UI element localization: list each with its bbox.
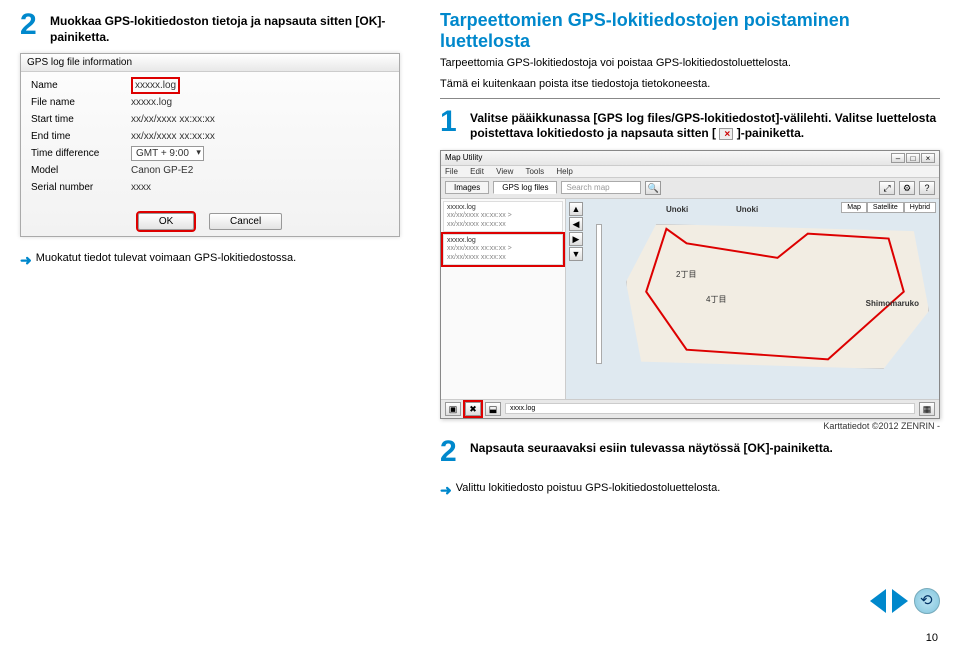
map-utility-window: Map Utility –□× File Edit View Tools Hel… bbox=[440, 150, 940, 419]
time-diff-dropdown[interactable]: GMT + 9:00 bbox=[131, 146, 204, 161]
map-block-4: 4丁目 bbox=[706, 294, 726, 305]
step-1-number: 1 bbox=[440, 107, 464, 137]
menu-tools[interactable]: Tools bbox=[525, 167, 544, 176]
left-result-text: Muokatut tiedot tulevat voimaan GPS-loki… bbox=[36, 251, 296, 265]
log-list-sidebar: xxxxx.log xx/xx/xxxx xx:xx:xx > xx/xx/xx… bbox=[441, 199, 566, 399]
cancel-button[interactable]: Cancel bbox=[209, 213, 282, 230]
map-area[interactable]: ▲ ◀ ▶ ▼ Map Satellite Hybrid bbox=[566, 199, 939, 399]
log-item-selected[interactable]: xxxxx.log xx/xx/xxxx xx:xx:xx > xx/xx/xx… bbox=[443, 234, 563, 265]
step-2b-number: 2 bbox=[440, 437, 464, 467]
mu-title: Map Utility bbox=[445, 153, 482, 162]
status-btn-3[interactable]: ⬓ bbox=[485, 402, 501, 416]
start-time-label: Start time bbox=[31, 114, 131, 125]
menu-edit[interactable]: Edit bbox=[470, 167, 484, 176]
name-label: Name bbox=[31, 80, 131, 91]
log-item[interactable]: xxxxx.log xx/xx/xxxx xx:xx:xx > xx/xx/xx… bbox=[443, 201, 563, 232]
map-credit: Karttatiedot ©2012 ZENRIN - bbox=[440, 421, 940, 431]
time-diff-label: Time difference bbox=[31, 148, 131, 159]
file-name-label: File name bbox=[31, 97, 131, 108]
map-place-unoki-2: Unoki bbox=[736, 205, 758, 214]
delete-log-button[interactable]: ✖ bbox=[465, 402, 481, 416]
delete-log-icon[interactable] bbox=[719, 128, 733, 140]
search-input[interactable]: Search map bbox=[561, 181, 641, 194]
serial-value: xxxx bbox=[131, 182, 389, 193]
intro-line-1: Tarpeettomia GPS-lokitiedostoja voi pois… bbox=[440, 56, 940, 71]
end-time-value: xx/xx/xxxx xx:xx:xx bbox=[131, 131, 389, 142]
status-filename: xxxx.log bbox=[505, 403, 915, 414]
step-2-number: 2 bbox=[20, 10, 44, 40]
map-pan-controls[interactable]: ▲ ◀ ▶ ▼ bbox=[569, 202, 583, 261]
tab-images[interactable]: Images bbox=[445, 181, 489, 194]
map-place-unoki-1: Unoki bbox=[666, 205, 688, 214]
status-btn-4[interactable]: ▦ bbox=[919, 402, 935, 416]
file-name-value: xxxxx.log bbox=[131, 97, 389, 108]
ok-button[interactable]: OK bbox=[138, 213, 194, 230]
intro-line-2: Tämä ei kuitenkaan poista itse tiedostoj… bbox=[440, 77, 940, 92]
section-title: Tarpeettomien GPS-lokitiedostojen poista… bbox=[440, 10, 940, 52]
map-tab-hybrid[interactable]: Hybrid bbox=[904, 202, 936, 213]
tab-gps-log-files[interactable]: GPS log files bbox=[493, 181, 557, 194]
model-value: Canon GP-E2 bbox=[131, 165, 389, 176]
map-place-shimomaruko: Shimomaruko bbox=[866, 299, 919, 308]
start-time-value: xx/xx/xxxx xx:xx:xx bbox=[131, 114, 389, 125]
toolbar-help-icon[interactable]: ? bbox=[919, 181, 935, 195]
right-column: Tarpeettomien GPS-lokitiedostojen poista… bbox=[440, 10, 940, 499]
dialog-title: GPS log file information bbox=[21, 54, 399, 72]
return-icon[interactable] bbox=[914, 588, 940, 614]
menu-bar[interactable]: File Edit View Tools Help bbox=[441, 166, 939, 178]
prev-page-icon[interactable] bbox=[870, 589, 886, 613]
end-time-label: End time bbox=[31, 131, 131, 142]
window-buttons[interactable]: –□× bbox=[890, 153, 935, 163]
map-tab-satellite[interactable]: Satellite bbox=[867, 202, 904, 213]
left-column: 2 Muokkaa GPS-lokitiedoston tietoja ja n… bbox=[20, 10, 420, 499]
page-number: 10 bbox=[926, 632, 938, 644]
menu-file[interactable]: File bbox=[445, 167, 458, 176]
serial-label: Serial number bbox=[31, 182, 131, 193]
step-1-text: Valitse pääikkunassa [GPS log files/GPS-… bbox=[470, 107, 940, 142]
next-page-icon[interactable] bbox=[892, 589, 908, 613]
toolbar-settings-icon[interactable]: ⚙ bbox=[899, 181, 915, 195]
step-2-text: Muokkaa GPS-lokitiedoston tietoja ja nap… bbox=[50, 10, 420, 45]
menu-view[interactable]: View bbox=[496, 167, 513, 176]
gps-route bbox=[626, 224, 929, 369]
result-arrow-icon-2: ➜ bbox=[440, 481, 452, 499]
status-btn-1[interactable]: ▣ bbox=[445, 402, 461, 416]
zoom-slider[interactable] bbox=[596, 224, 602, 364]
right-result-text: Valittu lokitiedosto poistuu GPS-lokitie… bbox=[456, 481, 721, 495]
map-block-2: 2丁目 bbox=[676, 269, 696, 280]
result-arrow-icon: ➜ bbox=[20, 251, 32, 269]
model-label: Model bbox=[31, 165, 131, 176]
toolbar-btn-1[interactable]: ⤢ bbox=[879, 181, 895, 195]
search-button[interactable]: 🔍 bbox=[645, 181, 661, 195]
map-tab-map[interactable]: Map bbox=[841, 202, 867, 213]
gps-log-info-dialog: GPS log file information Name xxxxx.log … bbox=[20, 53, 400, 237]
step-2b-text: Napsauta seuraavaksi esiin tulevassa näy… bbox=[470, 437, 833, 457]
menu-help[interactable]: Help bbox=[556, 167, 572, 176]
mu-titlebar: Map Utility –□× bbox=[441, 151, 939, 166]
name-field[interactable]: xxxxx.log bbox=[131, 77, 180, 94]
